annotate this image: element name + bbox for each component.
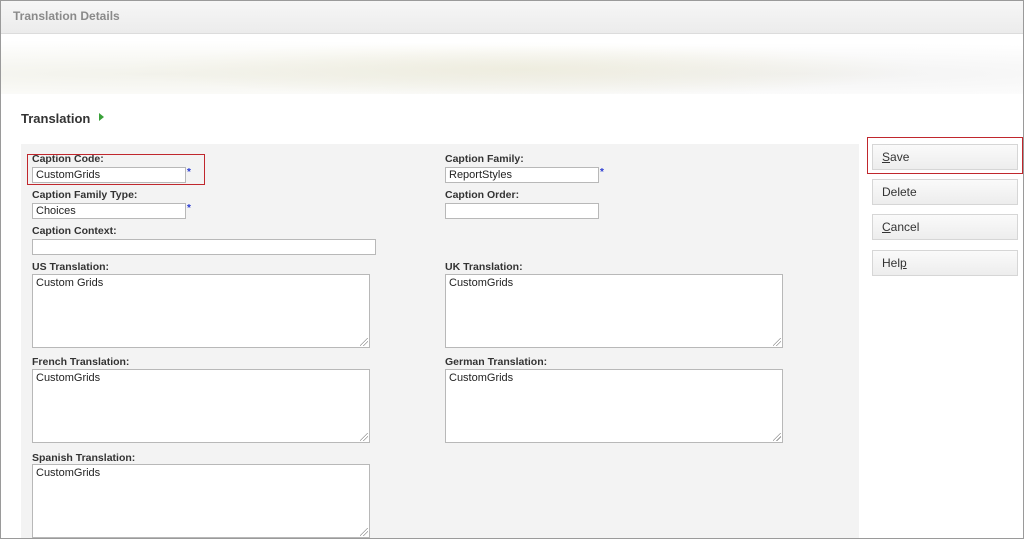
section-heading: Translation: [21, 111, 91, 126]
header-banner-image: [1, 34, 1023, 94]
section-expand-arrow-icon[interactable]: [99, 113, 104, 121]
help-button-access-key: p: [900, 256, 907, 270]
caption-family-label: Caption Family:: [445, 153, 524, 165]
spanish-translation-text: CustomGrids: [36, 467, 101, 479]
caption-family-input[interactable]: [445, 167, 599, 183]
help-button-label: Hel: [882, 256, 901, 270]
uk-translation-label: UK Translation:: [445, 261, 523, 273]
us-translation-text: Custom Grids: [36, 277, 104, 289]
french-translation-textarea[interactable]: CustomGrids: [32, 369, 370, 443]
german-translation-text: CustomGrids: [449, 372, 514, 384]
uk-translation-text: CustomGrids: [449, 277, 514, 289]
window-titlebar: Translation Details: [1, 1, 1023, 34]
caption-family-type-label: Caption Family Type:: [32, 189, 138, 201]
spanish-translation-label: Spanish Translation:: [32, 452, 136, 464]
translation-details-window: Translation Details Translation Caption …: [0, 0, 1024, 539]
window-title: Translation Details: [13, 9, 120, 23]
us-translation-textarea[interactable]: Custom Grids: [32, 274, 370, 348]
textarea-resize-grip-icon[interactable]: [360, 528, 368, 536]
spanish-translation-textarea[interactable]: CustomGrids: [32, 464, 370, 538]
german-translation-textarea[interactable]: CustomGrids: [445, 369, 783, 443]
help-button[interactable]: Help: [872, 250, 1018, 276]
delete-button-label: Delete: [882, 185, 917, 199]
cancel-button-label: ancel: [890, 220, 920, 234]
textarea-resize-grip-icon[interactable]: [360, 338, 368, 346]
cancel-button[interactable]: Cancel: [872, 214, 1018, 240]
caption-family-type-input[interactable]: [32, 203, 186, 219]
french-translation-text: CustomGrids: [36, 372, 101, 384]
uk-translation-textarea[interactable]: CustomGrids: [445, 274, 783, 348]
delete-button[interactable]: Delete: [872, 179, 1018, 205]
caption-code-highlight-box: [27, 154, 205, 185]
caption-order-input[interactable]: [445, 203, 599, 219]
caption-family-type-required-mark: *: [187, 203, 191, 214]
save-button-highlight-box: [867, 137, 1023, 174]
caption-context-label: Caption Context:: [32, 225, 117, 237]
textarea-resize-grip-icon[interactable]: [360, 433, 368, 441]
us-translation-label: US Translation:: [32, 261, 110, 273]
caption-context-input[interactable]: [32, 239, 376, 255]
cancel-button-access-key: C: [882, 220, 891, 234]
textarea-resize-grip-icon[interactable]: [773, 433, 781, 441]
french-translation-label: French Translation:: [32, 356, 130, 368]
caption-family-required-mark: *: [600, 167, 604, 178]
textarea-resize-grip-icon[interactable]: [773, 338, 781, 346]
german-translation-label: German Translation:: [445, 356, 548, 368]
caption-order-label: Caption Order:: [445, 189, 520, 201]
